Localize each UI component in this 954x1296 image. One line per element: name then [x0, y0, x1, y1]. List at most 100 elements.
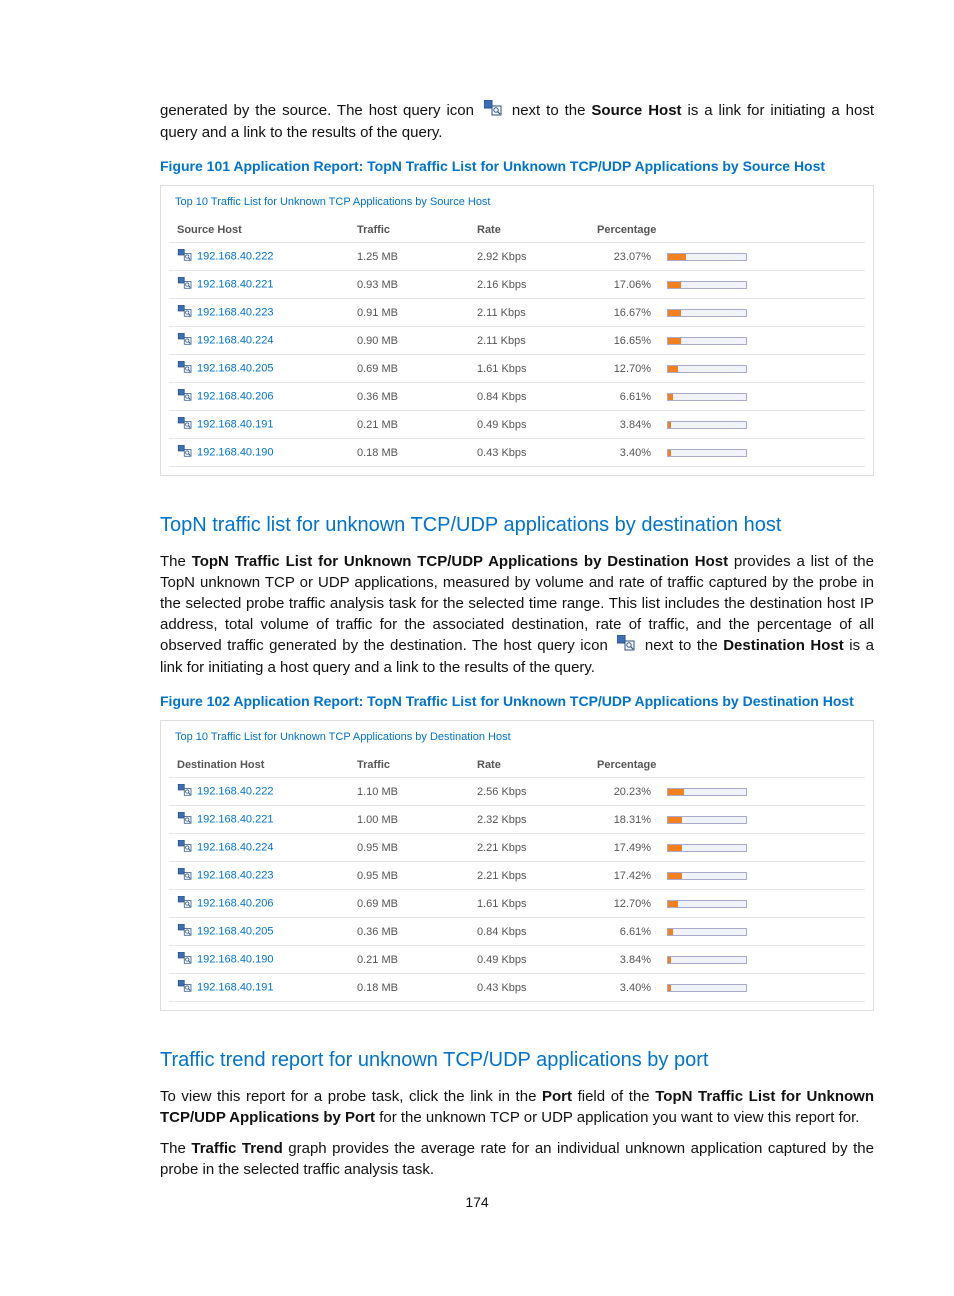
host-query-icon[interactable] — [177, 924, 193, 939]
host-link[interactable]: 192.168.40.221 — [197, 814, 273, 826]
cell-host: 192.168.40.222 — [169, 243, 349, 271]
host-link[interactable]: 192.168.40.205 — [197, 926, 273, 938]
intro-text-a: generated by the source. The host query … — [160, 102, 480, 119]
host-query-icon[interactable] — [177, 305, 193, 320]
section2-paragraph: The TopN Traffic List for Unknown TCP/UD… — [160, 551, 874, 678]
cell-percentage-bar — [659, 890, 865, 918]
host-link[interactable]: 192.168.40.190 — [197, 954, 273, 966]
cell-percentage-bar — [659, 946, 865, 974]
host-link[interactable]: 192.168.40.206 — [197, 898, 273, 910]
cell-percentage-bar — [659, 439, 865, 467]
host-query-icon[interactable] — [177, 333, 193, 348]
percentage-bar-fill — [668, 957, 671, 963]
host-link[interactable]: 192.168.40.205 — [197, 363, 273, 375]
host-query-icon[interactable] — [177, 277, 193, 292]
host-query-icon[interactable] — [177, 417, 193, 432]
cell-host: 192.168.40.191 — [169, 974, 349, 1002]
percentage-bar-fill — [668, 338, 681, 344]
host-link[interactable]: 192.168.40.224 — [197, 842, 273, 854]
host-query-icon[interactable] — [177, 249, 193, 264]
cell-percentage: 3.40% — [589, 974, 659, 1002]
host-query-icon[interactable] — [177, 812, 193, 827]
host-query-icon[interactable] — [177, 389, 193, 404]
cell-percentage-bar — [659, 355, 865, 383]
host-link[interactable]: 192.168.40.221 — [197, 279, 273, 291]
table-source-host: Source Host Traffic Rate Percentage 192.… — [169, 218, 865, 467]
cell-traffic: 1.25 MB — [349, 243, 469, 271]
percentage-bar-track — [667, 253, 747, 261]
host-query-icon[interactable] — [177, 868, 193, 883]
host-query-icon[interactable] — [177, 896, 193, 911]
percentage-bar-track — [667, 900, 747, 908]
s3p2-bold1: Traffic Trend — [191, 1140, 282, 1157]
cell-host: 192.168.40.224 — [169, 327, 349, 355]
host-query-icon[interactable] — [177, 361, 193, 376]
header-percentage: Percentage — [589, 753, 865, 778]
host-link[interactable]: 192.168.40.190 — [197, 447, 273, 459]
cell-traffic: 0.18 MB — [349, 439, 469, 467]
cell-percentage-bar — [659, 862, 865, 890]
host-query-icon[interactable] — [177, 980, 193, 995]
cell-percentage: 16.65% — [589, 327, 659, 355]
table-row: 192.168.40.2060.69 MB1.61 Kbps12.70% — [169, 890, 865, 918]
cell-percentage-bar — [659, 834, 865, 862]
cell-percentage: 20.23% — [589, 778, 659, 806]
percentage-bar-fill — [668, 985, 671, 991]
host-link[interactable]: 192.168.40.222 — [197, 251, 273, 263]
cell-percentage: 23.07% — [589, 243, 659, 271]
table-row: 192.168.40.1900.18 MB0.43 Kbps3.40% — [169, 439, 865, 467]
s3p2-a: The — [160, 1140, 191, 1157]
table-row: 192.168.40.2050.69 MB1.61 Kbps12.70% — [169, 355, 865, 383]
cell-percentage-bar — [659, 271, 865, 299]
cell-rate: 0.84 Kbps — [469, 918, 589, 946]
cell-percentage: 17.49% — [589, 834, 659, 862]
cell-host: 192.168.40.223 — [169, 299, 349, 327]
table-row: 192.168.40.1910.21 MB0.49 Kbps3.84% — [169, 411, 865, 439]
host-link[interactable]: 192.168.40.191 — [197, 982, 273, 994]
host-query-icon[interactable] — [177, 840, 193, 855]
cell-rate: 1.61 Kbps — [469, 890, 589, 918]
cell-host: 192.168.40.223 — [169, 862, 349, 890]
host-link[interactable]: 192.168.40.223 — [197, 307, 273, 319]
header-host: Destination Host — [169, 753, 349, 778]
cell-percentage: 17.06% — [589, 271, 659, 299]
section3-paragraph-1: To view this report for a probe task, cl… — [160, 1086, 874, 1128]
percentage-bar-track — [667, 816, 747, 824]
cell-percentage: 6.61% — [589, 383, 659, 411]
percentage-bar-fill — [668, 845, 682, 851]
cell-traffic: 1.00 MB — [349, 806, 469, 834]
host-link[interactable]: 192.168.40.206 — [197, 391, 273, 403]
host-link[interactable]: 192.168.40.224 — [197, 335, 273, 347]
cell-percentage: 12.70% — [589, 890, 659, 918]
cell-rate: 2.56 Kbps — [469, 778, 589, 806]
host-link[interactable]: 192.168.40.191 — [197, 419, 273, 431]
cell-percentage: 3.84% — [589, 411, 659, 439]
table-row: 192.168.40.1910.18 MB0.43 Kbps3.40% — [169, 974, 865, 1002]
cell-percentage-bar — [659, 299, 865, 327]
percentage-bar-fill — [668, 450, 671, 456]
host-query-icon[interactable] — [177, 445, 193, 460]
table-row: 192.168.40.2060.36 MB0.84 Kbps6.61% — [169, 383, 865, 411]
panel-source-host-title: Top 10 Traffic List for Unknown TCP Appl… — [169, 194, 865, 218]
header-traffic: Traffic — [349, 218, 469, 243]
cell-percentage-bar — [659, 806, 865, 834]
cell-percentage-bar — [659, 778, 865, 806]
percentage-bar-fill — [668, 282, 681, 288]
page-number: 174 — [0, 1194, 954, 1210]
table-header-row: Source Host Traffic Rate Percentage — [169, 218, 865, 243]
percentage-bar-fill — [668, 873, 682, 879]
percentage-bar-track — [667, 956, 747, 964]
percentage-bar-track — [667, 844, 747, 852]
percentage-bar-track — [667, 337, 747, 345]
host-query-icon[interactable] — [177, 952, 193, 967]
cell-percentage: 16.67% — [589, 299, 659, 327]
percentage-bar-fill — [668, 929, 673, 935]
host-link[interactable]: 192.168.40.222 — [197, 786, 273, 798]
header-rate: Rate — [469, 218, 589, 243]
header-percentage: Percentage — [589, 218, 865, 243]
host-link[interactable]: 192.168.40.223 — [197, 870, 273, 882]
host-query-icon[interactable] — [177, 784, 193, 799]
cell-traffic: 0.95 MB — [349, 834, 469, 862]
cell-percentage: 3.40% — [589, 439, 659, 467]
cell-host: 192.168.40.206 — [169, 383, 349, 411]
